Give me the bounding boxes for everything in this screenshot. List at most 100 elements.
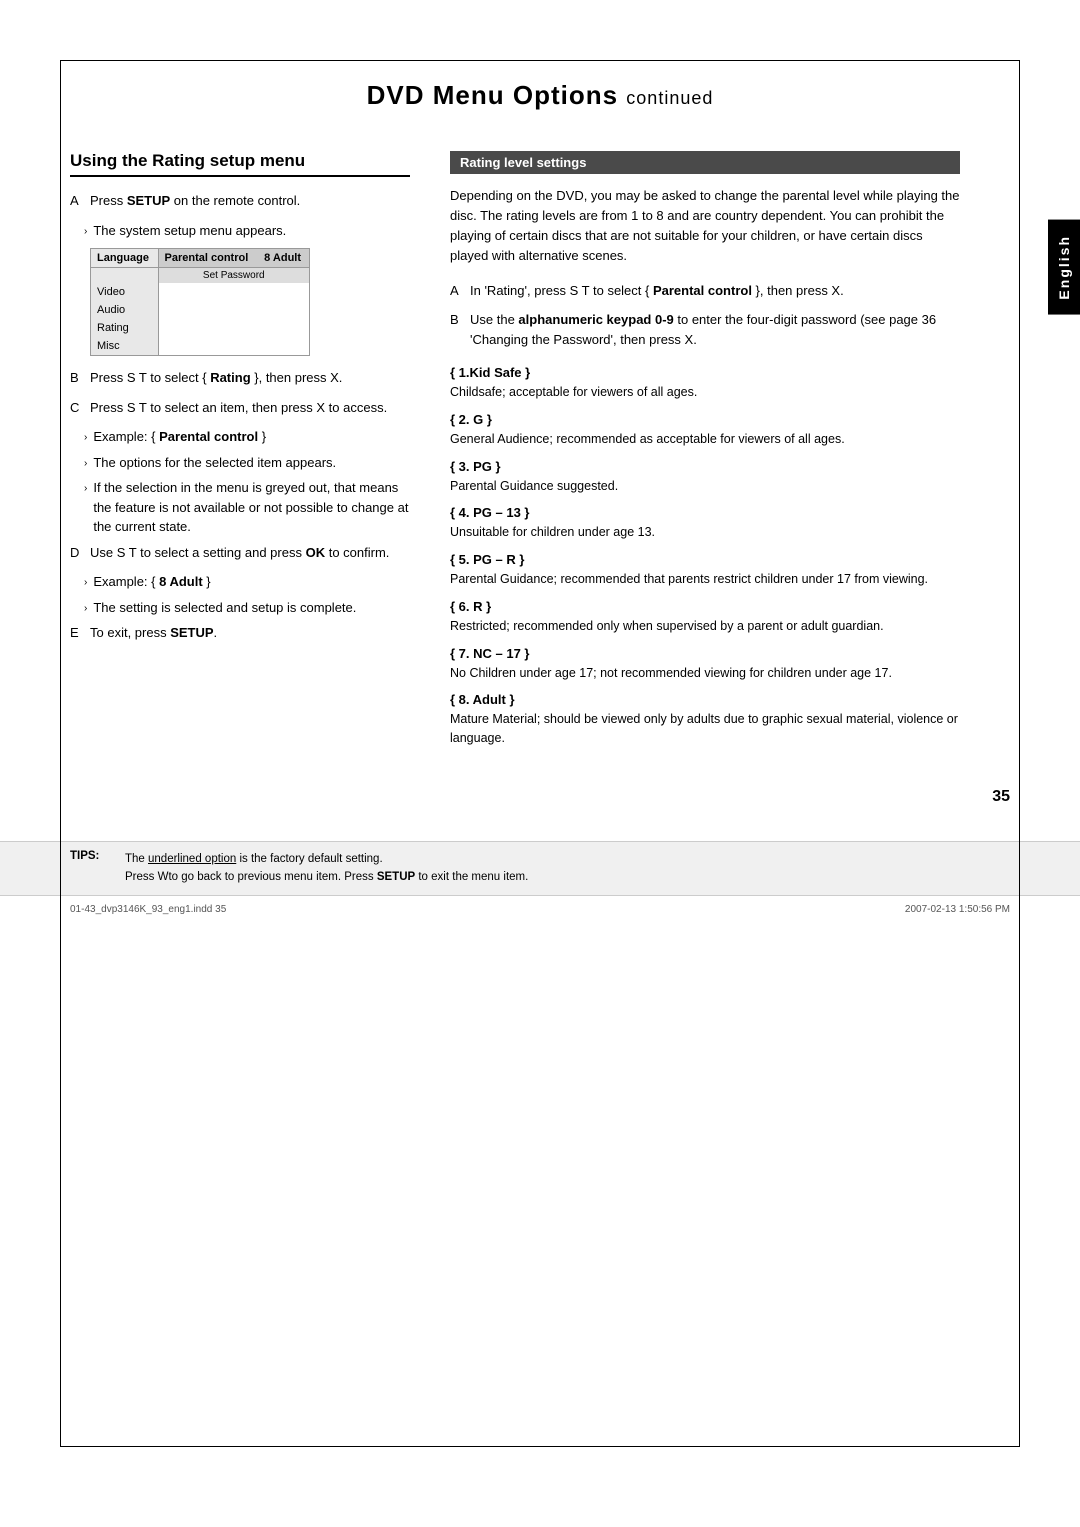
- step-a-sub: › The system setup menu appears.: [84, 221, 410, 241]
- bullet-c2: ›: [84, 481, 87, 537]
- right-step-a-letter: A: [450, 281, 464, 301]
- rating-6: { 6. R } Restricted; recommended only wh…: [450, 599, 960, 636]
- rating-level-heading: Rating level settings: [450, 151, 960, 174]
- step-c: C Press S T to select an item, then pres…: [70, 398, 410, 418]
- rating-4-desc: Unsuitable for children under age 13.: [450, 523, 960, 542]
- menu-content-rating: [158, 319, 309, 337]
- step-d-content: Use S T to select a setting and press OK…: [90, 543, 410, 563]
- rating-5-title: { 5. PG – R }: [450, 552, 960, 567]
- step-a-sub-text: The system setup menu appears.: [93, 221, 286, 241]
- menu-col3: 8 Adult: [258, 249, 309, 268]
- bullet-adult: ›: [84, 575, 87, 592]
- menu-row-audio: Audio: [91, 301, 309, 319]
- step-c-sub1-text: The options for the selected item appear…: [93, 453, 336, 473]
- rating-3-desc: Parental Guidance suggested.: [450, 477, 960, 496]
- title-text: DVD Menu Options: [367, 80, 618, 110]
- rating-3: { 3. PG } Parental Guidance suggested.: [450, 459, 960, 496]
- menu-content-audio: [158, 301, 309, 319]
- page-number: 35: [0, 778, 1080, 811]
- menu-row-video: Video: [91, 283, 309, 301]
- right-step-a-content: In 'Rating', press S T to select { Paren…: [470, 281, 960, 301]
- tips-footer: TIPS: The underlined option is the facto…: [0, 841, 1080, 895]
- rating-7-title: { 7. NC – 17 }: [450, 646, 960, 661]
- menu-row-misc: Misc: [91, 337, 309, 355]
- rating-4-title: { 4. PG – 13 }: [450, 505, 960, 520]
- bullet-example: ›: [84, 430, 87, 447]
- menu-label-audio: Audio: [91, 301, 158, 319]
- menu-label-rating: Rating: [91, 319, 158, 337]
- example-parental-text: Example: { Parental control }: [93, 427, 266, 447]
- rating-8: { 8. Adult } Mature Material; should be …: [450, 692, 960, 748]
- example-adult-text: Example: { 8 Adult }: [93, 572, 210, 592]
- rating-2-title: { 2. G }: [450, 412, 960, 427]
- rating-1-desc: Childsafe; acceptable for viewers of all…: [450, 383, 960, 402]
- page: English DVD Menu Options continued Using…: [0, 0, 1080, 1527]
- right-vborder: [1019, 60, 1020, 1447]
- menu-row-rating: Rating: [91, 319, 309, 337]
- rating-5-desc: Parental Guidance; recommended that pare…: [450, 570, 960, 589]
- step-d-letter: D: [70, 543, 84, 563]
- rating-5: { 5. PG – R } Parental Guidance; recomme…: [450, 552, 960, 589]
- menu-label-video: Video: [91, 283, 158, 301]
- file-info-left: 01-43_dvp3146K_93_eng1.indd 35: [70, 904, 226, 915]
- english-tab: English: [1048, 220, 1080, 315]
- file-info-right: 2007-02-13 1:50:56 PM: [905, 904, 1010, 915]
- rating-7: { 7. NC – 17 } No Children under age 17;…: [450, 646, 960, 683]
- bullet-d: ›: [84, 601, 87, 618]
- title-continued: continued: [626, 88, 713, 108]
- step-a: A Press SETUP on the remote control.: [70, 191, 410, 211]
- step-b-letter: B: [70, 368, 84, 388]
- right-step-a: A In 'Rating', press S T to select { Par…: [450, 281, 960, 301]
- menu-sub-header: Set Password: [91, 268, 309, 284]
- step-d: D Use S T to select a setting and press …: [70, 543, 410, 563]
- left-vborder: [60, 60, 61, 1447]
- step-c-sub1: › The options for the selected item appe…: [84, 453, 410, 473]
- example-adult: › Example: { 8 Adult }: [84, 572, 410, 592]
- bottom-border: [60, 1446, 1020, 1447]
- right-column: Rating level settings Depending on the D…: [450, 151, 1010, 758]
- menu-content-video: [158, 283, 309, 301]
- right-step-b: B Use the alphanumeric keypad 0-9 to ent…: [450, 310, 960, 349]
- step-c-letter: C: [70, 398, 84, 418]
- menu-label-misc: Misc: [91, 337, 158, 355]
- right-step-b-letter: B: [450, 310, 464, 349]
- step-a-content: Press SETUP on the remote control.: [90, 191, 410, 211]
- step-c-content: Press S T to select an item, then press …: [90, 398, 410, 418]
- rating-2: { 2. G } General Audience; recommended a…: [450, 412, 960, 449]
- rating-intro: Depending on the DVD, you may be asked t…: [450, 186, 960, 267]
- rating-4: { 4. PG – 13 } Unsuitable for children u…: [450, 505, 960, 542]
- rating-6-title: { 6. R }: [450, 599, 960, 614]
- page-title: DVD Menu Options continued: [0, 0, 1080, 131]
- main-content: Using the Rating setup menu A Press SETU…: [0, 131, 1080, 778]
- rating-7-desc: No Children under age 17; not recommende…: [450, 664, 960, 683]
- menu-content-misc: [158, 337, 309, 355]
- step-b: B Press S T to select { Rating }, then p…: [70, 368, 410, 388]
- dvd-menu-image: Language Parental control 8 Adult Set Pa…: [90, 248, 310, 356]
- rating-2-desc: General Audience; recommended as accepta…: [450, 430, 960, 449]
- step-a-letter: A: [70, 191, 84, 211]
- tips-content: The underlined option is the factory def…: [125, 850, 528, 887]
- menu-col1: Language: [91, 249, 158, 268]
- rating-3-title: { 3. PG }: [450, 459, 960, 474]
- bullet-icon: ›: [84, 224, 87, 241]
- step-e: E To exit, press SETUP.: [70, 623, 410, 643]
- step-b-content: Press S T to select { Rating }, then pre…: [90, 368, 410, 388]
- step-e-letter: E: [70, 623, 84, 643]
- step-c-sub2-text: If the selection in the menu is greyed o…: [93, 478, 410, 537]
- menu-header-row: Language Parental control 8 Adult: [91, 249, 309, 268]
- left-section-heading: Using the Rating setup menu: [70, 151, 410, 177]
- step-c-sub2: › If the selection in the menu is greyed…: [84, 478, 410, 537]
- tips-line2: Press Wto go back to previous menu item.…: [125, 868, 528, 886]
- step-d-sub-text: The setting is selected and setup is com…: [93, 598, 356, 618]
- step-d-sub: › The setting is selected and setup is c…: [84, 598, 410, 618]
- file-info: 01-43_dvp3146K_93_eng1.indd 35 2007-02-1…: [0, 895, 1080, 923]
- tips-underline: underlined option: [148, 853, 236, 865]
- step-e-content: To exit, press SETUP.: [90, 623, 410, 643]
- right-step-b-content: Use the alphanumeric keypad 0-9 to enter…: [470, 310, 960, 349]
- menu-col2: Parental control: [158, 249, 258, 268]
- tips-label: TIPS:: [70, 850, 115, 887]
- rating-8-title: { 8. Adult }: [450, 692, 960, 707]
- rating-6-desc: Restricted; recommended only when superv…: [450, 617, 960, 636]
- rating-1-title: { 1.Kid Safe }: [450, 365, 960, 380]
- tips-line1: The underlined option is the factory def…: [125, 850, 528, 868]
